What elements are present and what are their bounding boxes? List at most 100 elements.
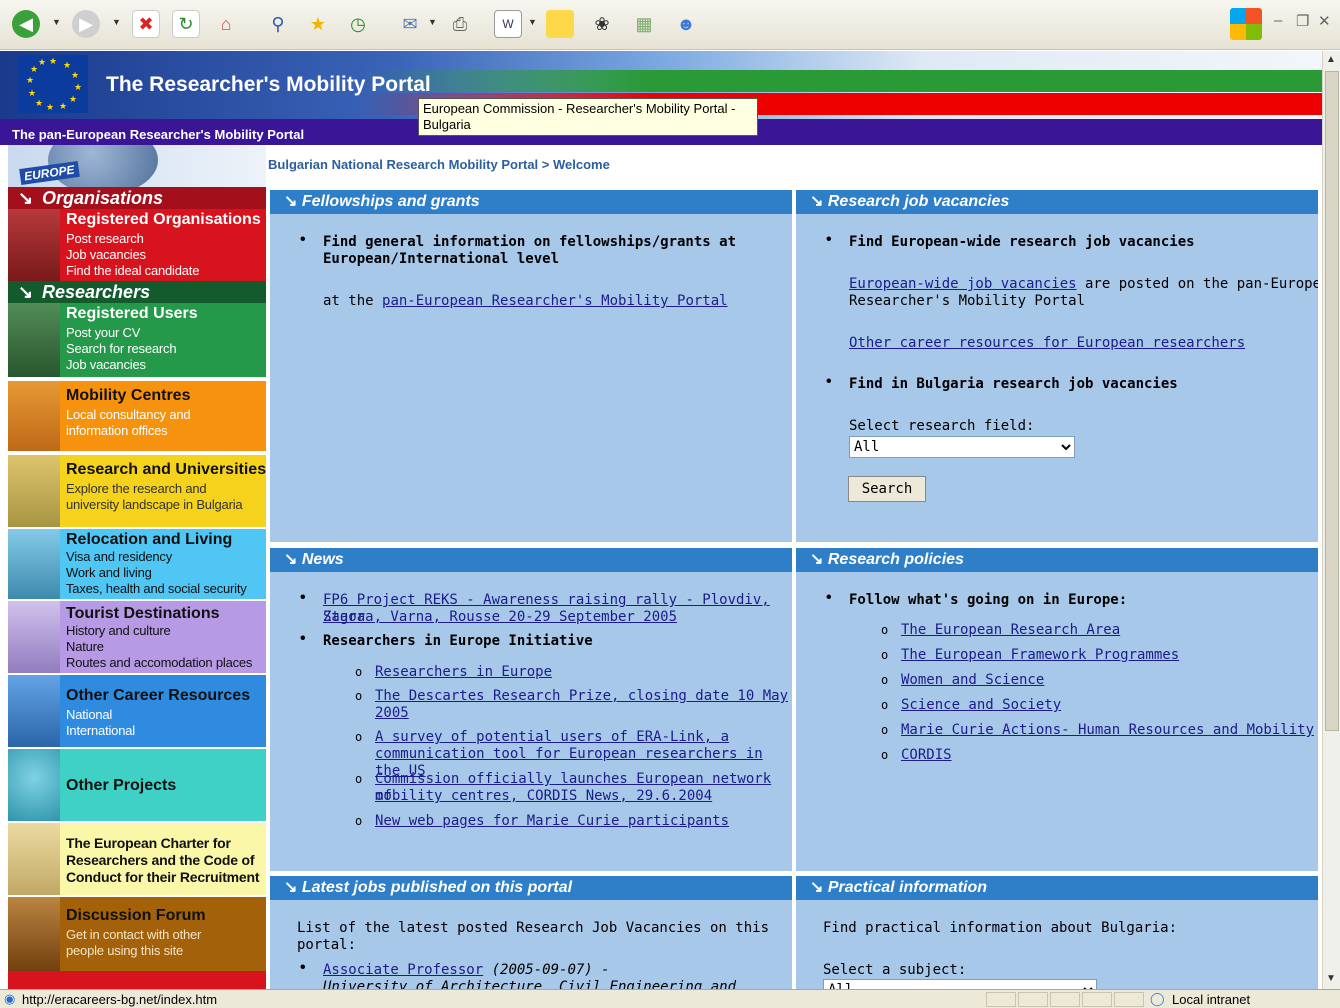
mail-icon[interactable]: ✉	[396, 10, 424, 38]
bullet-icon: •	[826, 231, 832, 248]
arrow-down-icon: ↘	[810, 879, 824, 896]
vacancies-bullet-2: Find in Bulgaria research job vacancies	[849, 376, 1178, 392]
search-button[interactable]: Search	[848, 476, 926, 502]
forward-dropdown-icon[interactable]: ▼	[112, 17, 121, 27]
arrow-down-icon: ↘	[284, 551, 298, 568]
nav-european-charter[interactable]: The European Charter for Researchers and…	[8, 823, 266, 895]
stop-icon[interactable]: ✖	[132, 10, 160, 38]
pan-european-portal-link[interactable]: pan-European Researcher's Mobility Porta…	[382, 293, 728, 309]
researchers-heading[interactable]: ↘ Researchers	[8, 281, 266, 303]
scroll-down-icon[interactable]: ▼	[1326, 973, 1336, 984]
vacancies-panel: ↘ Research job vacancies • Find European…	[796, 190, 1318, 542]
policies-heading: ↘ Research policies	[796, 548, 1318, 572]
nav-relocation-living[interactable]: Relocation and Living Visa and residency…	[8, 529, 266, 599]
browser-toolbar: ◀ ▼ ▶ ▼ ✖ ↻ ⌂ ⚲ ★ ◷ ✉ ▼ ⎙ W ▼ ❀ ▦ ☻ – ❐ …	[0, 0, 1340, 50]
circle-bullet-icon: o	[881, 723, 889, 737]
nav-tourist-destinations[interactable]: Tourist Destinations History and culture…	[8, 601, 266, 673]
policy-link-framework[interactable]: The European Framework Programmes	[901, 647, 1179, 664]
news-link-descartes-line-2[interactable]: 2005	[375, 705, 409, 722]
restore-icon[interactable]: ❐	[1296, 12, 1309, 30]
news-link-era-link-line-1[interactable]: A survey of potential users of ERA-Link,…	[375, 729, 729, 746]
nav-other-career-resources[interactable]: Other Career Resources National Internat…	[8, 675, 266, 747]
research-icon[interactable]: ▦	[630, 10, 658, 38]
projects-photo	[8, 749, 60, 821]
practical-info-intro: Find practical information about Bulgari…	[823, 920, 1178, 936]
back-icon[interactable]: ◀	[12, 10, 40, 38]
news-link-marie-curie-pages[interactable]: New web pages for Marie Curie participan…	[375, 813, 729, 830]
organisations-heading[interactable]: ↘ Organisations	[8, 187, 266, 209]
ie-page-icon: ◉	[4, 991, 16, 1006]
portal-subtitle: The pan-European Researcher's Mobility P…	[12, 127, 305, 142]
status-bar: ◉ http://eracareers-bg.net/index.htm ◯ L…	[0, 989, 1340, 1008]
fellowships-link-line: at the pan-European Researcher's Mobilit…	[323, 293, 728, 309]
edit-dropdown-icon[interactable]: ▼	[528, 17, 537, 27]
policy-link-science-society[interactable]: Science and Society	[901, 697, 1061, 714]
nav-other-projects[interactable]: Other Projects	[8, 749, 266, 821]
flower-icon[interactable]: ❀	[588, 10, 616, 38]
subject-select[interactable]: All	[823, 979, 1097, 989]
note-icon[interactable]	[546, 10, 574, 38]
policy-link-women-science[interactable]: Women and Science	[901, 672, 1044, 689]
nav-research-universities[interactable]: Research and Universities Explore the re…	[8, 455, 266, 527]
latest-jobs-heading: ↘ Latest jobs published on this portal	[270, 876, 792, 900]
arrow-down-icon: ↘	[18, 188, 34, 208]
other-career-resources-link[interactable]: Other career resources for European rese…	[849, 335, 1245, 352]
local-intranet-icon: ◯	[1150, 991, 1165, 1006]
news-link-descartes-line-1[interactable]: The Descartes Research Prize, closing da…	[375, 688, 788, 705]
nav-registered-users[interactable]: Registered Users Post your CV Search for…	[8, 303, 266, 377]
status-cell	[1082, 992, 1112, 1007]
home-icon[interactable]: ⌂	[212, 10, 240, 38]
european-wide-vacancies-link[interactable]: European-wide job vacancies	[849, 276, 1077, 292]
news-link-reks-line-2[interactable]: Zagora, Varna, Rousse 20-29 September 20…	[323, 609, 677, 626]
circle-bullet-icon: o	[881, 748, 889, 762]
job-link-associate-professor[interactable]: Associate Professor	[323, 962, 483, 978]
scrollbar-thumb[interactable]	[1325, 71, 1339, 731]
minimize-icon[interactable]: –	[1274, 12, 1282, 29]
policies-panel: ↘ Research policies • Follow what's goin…	[796, 548, 1318, 871]
news-link-commission-line-2[interactable]: mobility centres, CORDIS News, 29.6.2004	[375, 788, 712, 805]
job-item-line-1: Associate Professor (2005-09-07) -	[323, 962, 610, 978]
vertical-scrollbar[interactable]: ▲ ▼	[1322, 51, 1340, 989]
breadcrumb[interactable]: Bulgarian National Research Mobility Por…	[268, 157, 610, 172]
portal-title: The Researcher's Mobility Portal	[106, 73, 431, 96]
forward-icon[interactable]: ▶	[72, 10, 100, 38]
messenger-icon[interactable]: ☻	[672, 10, 700, 38]
bullet-icon: •	[300, 959, 306, 976]
organisations-photo	[8, 209, 60, 281]
refresh-icon[interactable]: ↻	[172, 10, 200, 38]
eu-flag-icon: ★ ★ ★ ★ ★ ★ ★ ★ ★ ★ ★ ★	[18, 55, 88, 113]
close-icon[interactable]: ✕	[1318, 12, 1331, 30]
mobility-photo	[8, 381, 60, 451]
fellowships-panel: ↘ Fellowships and grants • Find general …	[270, 190, 792, 542]
nav-mobility-centres[interactable]: Mobility Centres Local consultancy and i…	[8, 381, 266, 451]
nav-discussion-forum[interactable]: Discussion Forum Get in contact with oth…	[8, 897, 266, 971]
policy-link-cordis[interactable]: CORDIS	[901, 747, 952, 764]
status-url: http://eracareers-bg.net/index.htm	[22, 992, 218, 1007]
mail-dropdown-icon[interactable]: ▼	[428, 17, 437, 27]
europe-banner[interactable]: EUROPE	[8, 145, 266, 187]
research-field-select[interactable]: All	[849, 436, 1075, 458]
search-icon[interactable]: ⚲	[264, 10, 292, 38]
history-icon[interactable]: ◷	[344, 10, 372, 38]
news-initiative-heading: Researchers in Europe Initiative	[323, 633, 593, 649]
print-icon[interactable]: ⎙	[446, 10, 474, 38]
policies-bullet: Follow what's going on in Europe:	[849, 592, 1128, 608]
career-photo	[8, 675, 60, 747]
status-cell	[1018, 992, 1048, 1007]
circle-bullet-icon: o	[881, 648, 889, 662]
circle-bullet-icon: o	[881, 673, 889, 687]
news-link-researchers-in-europe[interactable]: Researchers in Europe	[375, 664, 552, 681]
edit-word-icon[interactable]: W	[494, 10, 522, 38]
nav-registered-organisations[interactable]: Registered Organisations Post research J…	[8, 209, 266, 281]
scroll-up-icon[interactable]: ▲	[1326, 54, 1336, 65]
windows-logo-icon	[1230, 8, 1262, 40]
back-dropdown-icon[interactable]: ▼	[52, 17, 61, 27]
policy-link-marie-curie[interactable]: Marie Curie Actions- Human Resources and…	[901, 722, 1314, 739]
left-navigation: EUROPE ↘ Organisations Registered Organi…	[8, 145, 266, 989]
sidebar-footer-bar	[8, 971, 266, 989]
european-vacancies-line-2: Researcher's Mobility Portal	[849, 293, 1086, 309]
favorites-star-icon[interactable]: ★	[304, 10, 332, 38]
tooltip: European Commission - Researcher's Mobil…	[418, 98, 758, 136]
circle-bullet-icon: o	[881, 698, 889, 712]
policy-link-era[interactable]: The European Research Area	[901, 622, 1120, 639]
